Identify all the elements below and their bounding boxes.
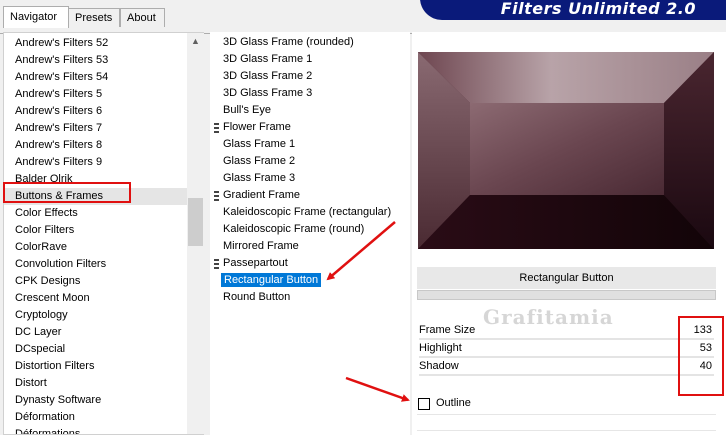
outline-checkbox[interactable] [418,398,430,410]
filter-item[interactable]: Round Button [210,289,410,306]
category-item[interactable]: DC Layer [4,324,190,341]
category-item[interactable]: Color Effects [4,205,190,222]
app-banner: Filters Unlimited 2.0 [420,0,726,20]
filter-item-label: Glass Frame 3 [223,172,296,184]
category-item[interactable]: ColorRave [4,239,190,256]
filter-item-label: Passepartout [223,257,288,269]
app-title: Filters Unlimited 2.0 [500,0,696,18]
filter-item-label: 3D Glass Frame 1 [223,53,313,65]
scrollbar-thumb[interactable] [188,198,203,246]
category-item[interactable]: Dynasty Software [4,392,190,409]
filter-list: 3D Glass Frame (rounded) 3D Glass Frame 1… [210,34,410,306]
filter-item-label: Glass Frame 2 [223,155,296,167]
progress-bar [417,290,716,300]
filter-item[interactable]: Kaleidoscopic Frame (rectangular) [210,204,410,221]
highlight-box-values [678,316,724,396]
filter-item[interactable]: Passepartout [210,255,410,272]
preview-image [418,52,714,249]
param-label: Highlight [419,342,462,354]
category-item[interactable]: Distortion Filters [4,358,190,375]
category-item[interactable]: Andrew's Filters 8 [4,137,190,154]
filter-list-panel: 3D Glass Frame (rounded) 3D Glass Frame 1… [210,32,410,435]
grip-icon [214,191,219,201]
filter-item[interactable]: 3D Glass Frame 1 [210,51,410,68]
filter-item[interactable]: Glass Frame 3 [210,170,410,187]
filter-name-display: Rectangular Button [417,267,716,289]
category-item[interactable]: Déformations [4,426,190,434]
grip-icon [214,259,219,269]
param-highlight[interactable]: Highlight 53 [417,340,716,358]
divider [417,430,716,431]
filter-item[interactable]: Glass Frame 2 [210,153,410,170]
category-item[interactable]: Andrew's Filters 54 [4,69,190,86]
category-item[interactable]: Convolution Filters [4,256,190,273]
highlight-box-category [3,182,131,203]
param-label: Frame Size [419,324,476,336]
filter-item-label: Rectangular Button [221,273,322,287]
outline-label: Outline [436,397,471,409]
tab-navigator[interactable]: Navigator [3,6,69,28]
filter-item-label: 3D Glass Frame 2 [223,70,313,82]
category-item[interactable]: Andrew's Filters 9 [4,154,190,171]
filter-item-label: Kaleidoscopic Frame (round) [223,223,365,235]
watermark: Grafitamia [483,305,614,329]
category-list: Andrew's Filters 52 Andrew's Filters 53 An… [4,35,190,434]
filter-item[interactable]: Rectangular Button [210,272,410,289]
filter-item-label: Kaleidoscopic Frame (rectangular) [223,206,392,218]
grip-icon [214,123,219,133]
category-item[interactable]: Andrew's Filters 6 [4,103,190,120]
filter-item[interactable]: 3D Glass Frame 2 [210,68,410,85]
tab-about[interactable]: About [120,8,165,27]
filter-item-label: Flower Frame [223,121,291,133]
filter-item[interactable]: 3D Glass Frame 3 [210,85,410,102]
category-item[interactable]: Andrew's Filters 52 [4,35,190,52]
category-item[interactable]: Cryptology [4,307,190,324]
category-list-panel: Andrew's Filters 52 Andrew's Filters 53 An… [3,32,204,435]
category-item[interactable]: DCspecial [4,341,190,358]
category-scrollbar[interactable]: ▲ [187,33,204,434]
slider-track[interactable] [419,374,714,376]
filter-item-label: Mirrored Frame [223,240,299,252]
category-item[interactable]: Déformation [4,409,190,426]
filter-item[interactable]: 3D Glass Frame (rounded) [210,34,410,51]
chevron-up-icon[interactable]: ▲ [187,33,204,50]
category-item[interactable]: Andrew's Filters 5 [4,86,190,103]
filter-item[interactable]: Gradient Frame [210,187,410,204]
filter-item-label: Gradient Frame [223,189,301,201]
divider [417,414,716,415]
category-item[interactable]: Andrew's Filters 7 [4,120,190,137]
filter-item[interactable]: Bull's Eye [210,102,410,119]
filter-item-label: Glass Frame 1 [223,138,296,150]
filter-item-label: Round Button [223,291,291,303]
category-item[interactable]: CPK Designs [4,273,190,290]
param-shadow[interactable]: Shadow 40 [417,358,716,376]
filter-item[interactable]: Kaleidoscopic Frame (round) [210,221,410,238]
tab-presets[interactable]: Presets [68,8,120,27]
category-item[interactable]: Color Filters [4,222,190,239]
param-label: Shadow [419,360,459,372]
category-item[interactable]: Crescent Moon [4,290,190,307]
filter-item-label: 3D Glass Frame 3 [223,87,313,99]
category-item[interactable]: Distort [4,375,190,392]
category-item[interactable]: Andrew's Filters 53 [4,52,190,69]
filter-item[interactable]: Glass Frame 1 [210,136,410,153]
filter-item-label: Bull's Eye [223,104,271,116]
filter-item-label: 3D Glass Frame (rounded) [223,36,354,48]
tab-strip: Navigator Presets About [0,6,420,34]
filter-item[interactable]: Mirrored Frame [210,238,410,255]
filter-item[interactable]: Flower Frame [210,119,410,136]
